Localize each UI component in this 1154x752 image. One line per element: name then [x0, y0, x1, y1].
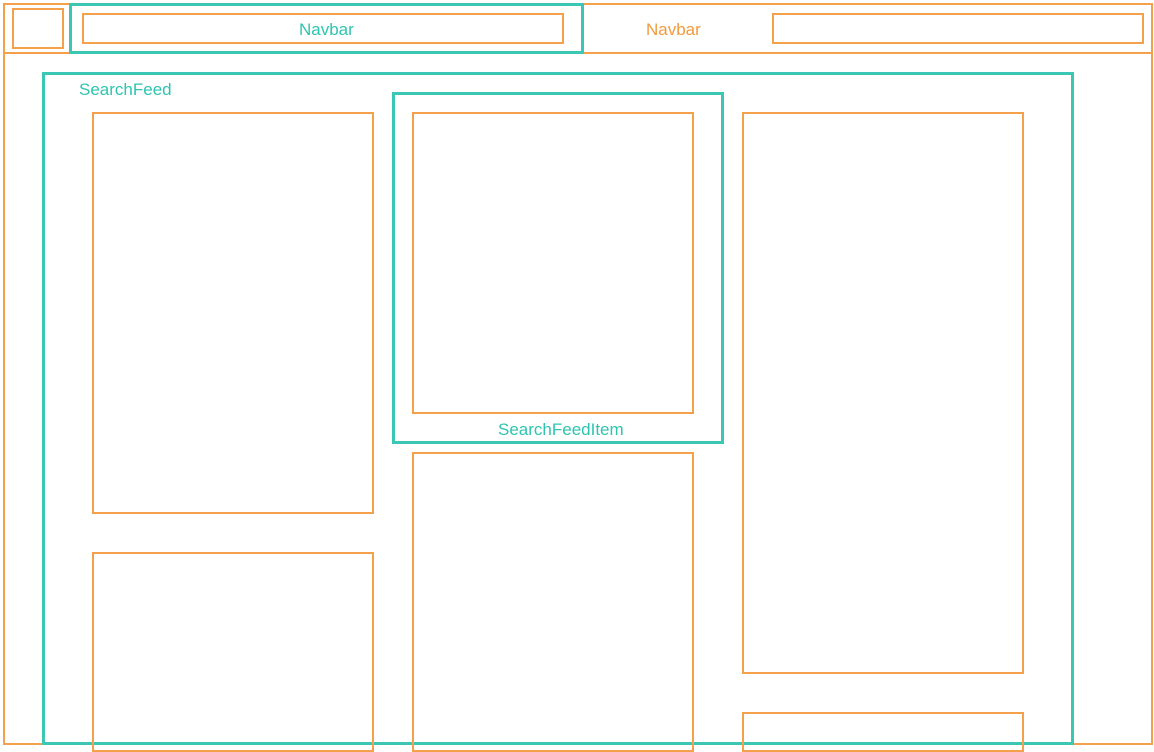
search-feed-item-label: SearchFeedItem [498, 420, 624, 439]
feed-card-col1-2[interactable] [92, 552, 374, 752]
navbar-component-label: Navbar [299, 20, 354, 39]
feed-card-col3-2[interactable] [742, 712, 1024, 752]
feed-card-col2-1[interactable] [412, 112, 694, 414]
search-feed-label: SearchFeed [79, 80, 172, 99]
feed-card-col1-1[interactable] [92, 112, 374, 514]
navbar-label: Navbar [646, 20, 701, 39]
feed-card-col3-1[interactable] [742, 112, 1024, 674]
navbar-right-slot [772, 13, 1144, 44]
logo-placeholder [12, 8, 64, 49]
feed-card-col2-2[interactable] [412, 452, 694, 752]
